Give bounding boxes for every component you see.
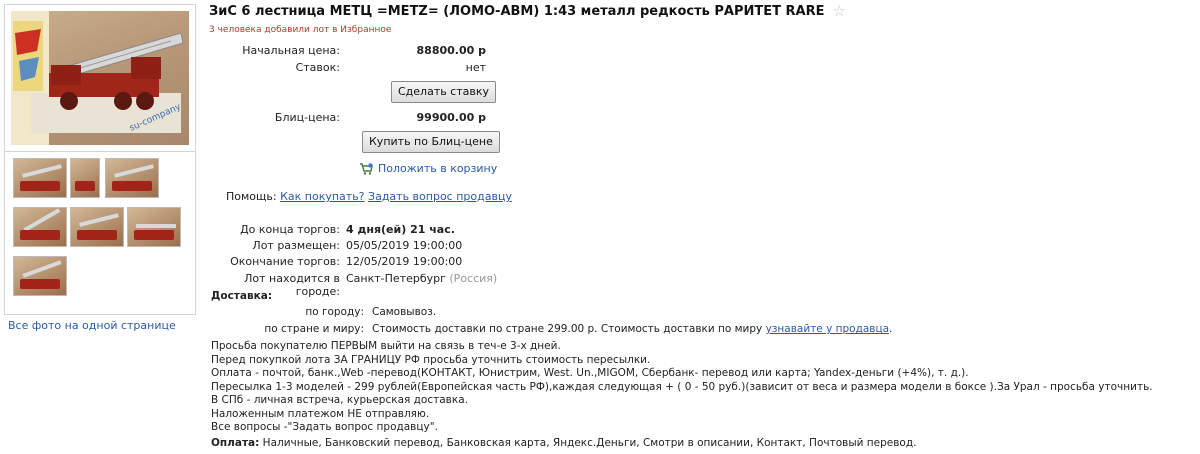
city-value: Санкт-Петербург (Россия)	[346, 272, 497, 285]
thumbnail-4[interactable]	[13, 207, 67, 247]
how-to-buy-link[interactable]: Как покупать?	[280, 190, 364, 203]
description-line: Наложенным платежом НЕ отправляю.	[211, 407, 430, 420]
buy-blitz-button[interactable]: Купить по Блиц-цене	[362, 131, 500, 153]
thumbnail-2[interactable]	[70, 158, 100, 198]
description-line: Перед покупкой лота ЗА ГРАНИЦУ РФ просьб…	[211, 353, 651, 366]
lot-description: Просьба покупателю ПЕРВЫМ выйти на связь…	[211, 340, 1153, 450]
delivery-world-text: Стоимость доставки по стране 299.00 р. С…	[372, 323, 763, 335]
delivery-city-value: Самовывоз.	[372, 306, 437, 318]
description-line: Оплата - почтой, банк.,Web -перевод(КОНТ…	[211, 367, 969, 379]
fire-truck-model-image: su-company	[11, 11, 184, 145]
thumbnail-grid	[4, 152, 196, 315]
help-row: Помощь: Как покупать? Задать вопрос прод…	[226, 190, 512, 203]
thumbnail-5[interactable]	[70, 207, 124, 247]
place-bid-button[interactable]: Сделать ставку	[391, 81, 497, 103]
delivery-city-label: по городу:	[305, 306, 364, 318]
blitz-price-label: Блиц-цена:	[274, 111, 340, 124]
favorites-count: 3 человека добавили лот в Избранное	[209, 25, 392, 35]
description-line: Просьба покупателю ПЕРВЫМ выйти на связь…	[211, 340, 561, 352]
thumbnail-7[interactable]	[13, 256, 67, 296]
payment-value: Наличные, Банковский перевод, Банковская…	[262, 436, 917, 449]
city-name: Санкт-Петербург	[346, 272, 446, 285]
bids-label: Ставок:	[295, 61, 340, 74]
payment-label: Оплата:	[211, 436, 260, 449]
delivery-heading: Доставка:	[211, 290, 273, 302]
lot-title: ЗиС 6 лестница МЕТЦ =METZ= (ЛОМО-АВМ) 1:…	[209, 4, 825, 19]
start-price-label: Начальная цена:	[242, 44, 340, 57]
description-line: Пересылка 1-3 моделей - 299 рублей(Европ…	[211, 380, 1153, 393]
main-photo-frame: su-company	[4, 4, 196, 152]
thumbnail-3[interactable]	[105, 158, 159, 198]
ask-seller-link[interactable]: Задать вопрос продавцу	[368, 190, 512, 203]
add-to-cart-label[interactable]: Положить в корзину	[378, 162, 497, 175]
country-name: (Россия)	[449, 272, 498, 285]
ask-seller-delivery-link[interactable]: узнавайте у продавца	[766, 323, 889, 335]
end-date-value: 12/05/2019 19:00:00	[346, 255, 463, 268]
ends-in-label: До конца торгов:	[240, 223, 340, 236]
lot-title-row: ЗиС 6 лестница МЕТЦ =METZ= (ЛОМО-АВМ) 1:…	[209, 4, 846, 20]
payment-row: Оплата: Наличные, Банковский перевод, Ба…	[211, 437, 1153, 451]
start-price-value: 88800.00 р	[416, 44, 486, 57]
delivery-world-tail: .	[889, 323, 893, 335]
end-date-label: Окончание торгов:	[230, 255, 340, 268]
blitz-price-value: 99900.00 р	[416, 111, 486, 124]
bids-value: нет	[465, 61, 486, 74]
delivery-world-label: по стране и миру:	[264, 323, 364, 335]
posted-label: Лот размещен:	[252, 239, 340, 252]
posted-value: 05/05/2019 19:00:00	[346, 239, 463, 252]
favorite-star-icon[interactable]: ☆	[832, 4, 845, 19]
ends-in-value: 4 дня(ей) 21 час.	[346, 223, 455, 236]
description-line: Все вопросы -"Задать вопрос продавцу".	[211, 421, 438, 433]
thumbnail-6[interactable]	[127, 207, 181, 247]
add-to-cart-link[interactable]: Положить в корзину	[359, 162, 497, 175]
description-line: В СПб - личная встреча, курьерская доста…	[211, 394, 468, 406]
delivery-world-value: Стоимость доставки по стране 299.00 р. С…	[372, 323, 892, 335]
cart-icon	[359, 162, 373, 175]
thumbnail-1[interactable]	[13, 158, 67, 198]
all-photos-link[interactable]: Все фото на одной странице	[8, 319, 176, 332]
main-photo[interactable]: su-company	[11, 11, 189, 145]
help-label: Помощь:	[226, 190, 277, 203]
